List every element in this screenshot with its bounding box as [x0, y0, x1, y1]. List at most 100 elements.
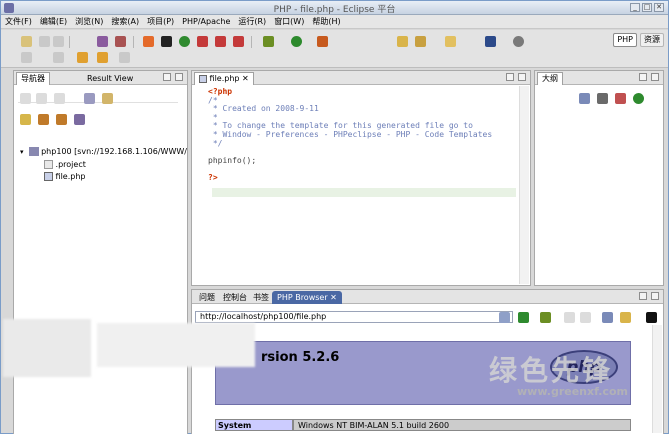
perspective-php[interactable]: PHP [613, 33, 637, 47]
close-button[interactable]: ✕ [654, 3, 664, 12]
minimize-view-icon[interactable] [639, 292, 647, 300]
blurred-overlay [97, 323, 255, 367]
new-php-icon[interactable] [56, 114, 67, 125]
run-icon[interactable] [291, 36, 302, 47]
project-icon [28, 147, 39, 156]
back-icon[interactable] [97, 52, 108, 63]
open-type-icon[interactable] [397, 36, 408, 47]
new-file-icon[interactable] [38, 114, 49, 125]
sort-icon[interactable] [579, 93, 590, 104]
watermark-url: www.greenxf.com [517, 385, 629, 398]
bookmark-tool-icon[interactable] [540, 312, 551, 323]
menu-edit[interactable]: 编辑(E) [36, 15, 71, 28]
maximize-view-icon[interactable] [175, 73, 183, 81]
code-line: * Window - Preferences - PHPeclipse - PH… [208, 129, 493, 139]
tool-icon-1[interactable] [197, 36, 208, 47]
system-row: System Windows NT BIM-ALAN 5.1 build 260… [215, 419, 631, 431]
tool-icon-2[interactable] [215, 36, 226, 47]
tool-icon-3[interactable] [233, 36, 244, 47]
world-icon[interactable] [513, 36, 524, 47]
code-editor[interactable]: <?php/* * Created on 2008-9-11 * * To ch… [208, 87, 493, 183]
tab-console[interactable]: 控制台 [218, 291, 252, 304]
tree-item-project[interactable]: ▾ php100 [svn://192.168.1.106/WWW/ [20, 147, 187, 156]
link-editor-icon[interactable] [102, 93, 113, 104]
new-icon[interactable] [21, 36, 32, 47]
cancel-x-icon[interactable] [161, 36, 172, 47]
tree-item-dotproject[interactable]: .project [44, 160, 86, 169]
tab-navigator[interactable]: 导航器 [16, 72, 50, 85]
maximize-view-icon[interactable] [651, 292, 659, 300]
editor-scrollbar[interactable] [519, 86, 529, 284]
menu-search[interactable]: 搜索(A) [107, 15, 143, 28]
refresh-browser-icon[interactable] [602, 312, 613, 323]
prev-annotation-icon[interactable] [77, 52, 88, 63]
refresh-icon[interactable] [74, 114, 85, 125]
bottom-tabrow: 问题 控制台 书签 PHP Browser ✕ [192, 290, 663, 304]
tree-label: php100 [svn://192.168.1.106/WWW/ [41, 147, 187, 156]
menu-run[interactable]: 运行(R) [234, 15, 270, 28]
title-bar: PHP - file.php - Eclipse 平台 _ □ ✕ [1, 1, 668, 15]
perspective-switcher: PHP 资源 [613, 33, 664, 47]
tab-result-view[interactable]: Result View [82, 72, 138, 85]
build-icon[interactable] [97, 36, 108, 47]
menu-help[interactable]: 帮助(H) [308, 15, 344, 28]
menu-bar: 文件(F) 编辑(E) 浏览(N) 搜索(A) 项目(P) PHP/Apache 运行(R)… [1, 15, 668, 29]
forward-icon[interactable] [119, 52, 130, 63]
menu-navigate[interactable]: 浏览(N) [71, 15, 107, 28]
tab-file-php[interactable]: file.php ✕ [194, 72, 254, 85]
browser-back-icon[interactable] [564, 312, 575, 323]
code-line: * Created on 2008-9-11 [208, 104, 319, 114]
collapse-all-icon[interactable] [84, 93, 95, 104]
tab-outline[interactable]: 大纲 [537, 72, 563, 85]
tab-problems[interactable]: 问题 [194, 291, 220, 304]
search-tool-icon[interactable] [415, 36, 426, 47]
browser-scrollbar[interactable] [652, 325, 662, 433]
maximize-view-icon[interactable] [651, 73, 659, 81]
debug-icon[interactable] [263, 36, 274, 47]
hide-fields-icon[interactable] [597, 93, 608, 104]
menu-file[interactable]: 文件(F) [1, 15, 36, 28]
menu-project[interactable]: 项目(P) [143, 15, 178, 28]
print-icon[interactable] [53, 36, 64, 47]
browser-forward-icon[interactable] [580, 312, 591, 323]
paragraph-icon[interactable] [485, 36, 496, 47]
navigator-toolbar [18, 91, 178, 104]
minimize-view-icon[interactable] [163, 73, 171, 81]
tab-label: file.php [209, 74, 240, 83]
minimize-view-icon[interactable] [639, 73, 647, 81]
minimize-button[interactable]: _ [630, 3, 640, 12]
external-tools-icon[interactable] [317, 36, 328, 47]
go-icon[interactable] [518, 312, 529, 323]
menu-php-apache[interactable]: PHP/Apache [178, 15, 234, 28]
menu-window[interactable]: 窗口(W) [270, 15, 308, 28]
maximize-view-icon[interactable] [518, 73, 526, 81]
maximize-button[interactable]: □ [642, 3, 652, 12]
tab-bookmarks[interactable]: 书签 [248, 291, 274, 304]
outline-panel: 大纲 [534, 70, 664, 286]
minimize-view-icon[interactable] [506, 73, 514, 81]
tree-item-file-php[interactable]: file.php [44, 172, 86, 181]
php-icon[interactable] [115, 36, 126, 47]
terminal-icon[interactable] [646, 312, 657, 323]
edit-icon[interactable] [21, 52, 32, 63]
globe-icon[interactable] [179, 36, 190, 47]
stop-browser-icon[interactable] [620, 312, 631, 323]
current-line-highlight [212, 188, 516, 197]
perspective-resource[interactable]: 资源 [640, 33, 664, 47]
up-nav-icon[interactable] [54, 93, 65, 104]
blurred-overlay [3, 319, 91, 377]
watermark-text: 绿色先锋 [489, 354, 614, 387]
save-icon[interactable] [39, 36, 50, 47]
hide-nonpublic-icon[interactable] [633, 93, 644, 104]
back-nav-icon[interactable] [20, 93, 31, 104]
stop-icon[interactable] [143, 36, 154, 47]
url-input[interactable]: http://localhost/php100/file.php [195, 311, 513, 323]
hide-static-icon[interactable] [615, 93, 626, 104]
format-icon[interactable] [53, 52, 64, 63]
forward-nav-icon[interactable] [36, 93, 47, 104]
new-folder-icon[interactable] [20, 114, 31, 125]
folder-icon[interactable] [445, 36, 456, 47]
tab-php-browser[interactable]: PHP Browser ✕ [272, 291, 342, 304]
dropdown-icon[interactable] [499, 312, 510, 323]
